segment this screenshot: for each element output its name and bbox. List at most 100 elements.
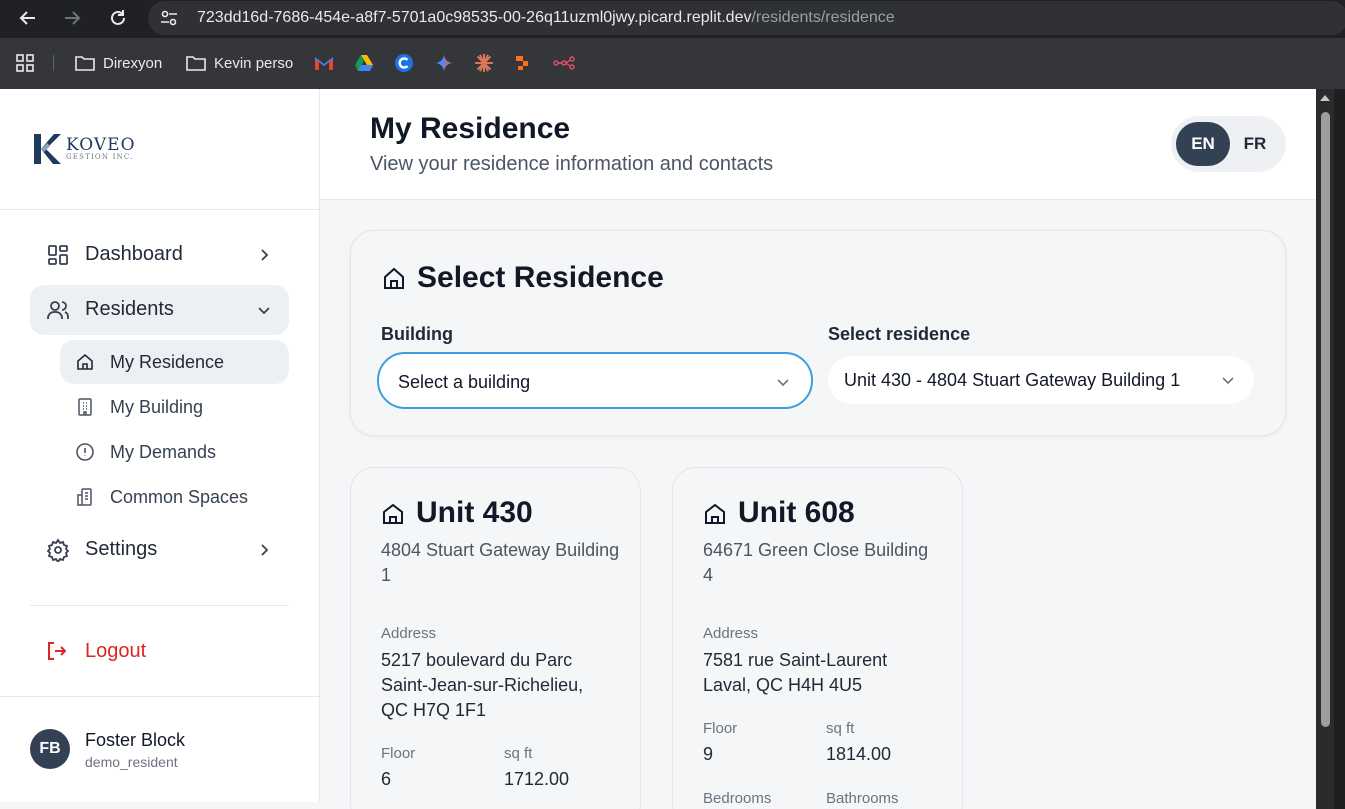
logo-tagline: GESTION INC. xyxy=(66,153,134,161)
address-label: Address xyxy=(703,625,759,642)
nav-item-dashboard[interactable]: Dashboard xyxy=(30,230,289,280)
card-title-text: Select Residence xyxy=(417,261,664,294)
building-select[interactable]: Select a building xyxy=(377,352,813,409)
back-icon[interactable] xyxy=(18,8,38,28)
chevron-down-icon xyxy=(777,379,789,387)
language-en-button[interactable]: EN xyxy=(1176,122,1230,166)
sqft-label: sq ft xyxy=(826,720,855,737)
chevron-right-icon xyxy=(261,249,269,261)
sub-item-common-spaces[interactable]: Common Spaces xyxy=(60,475,289,519)
gemini-icon[interactable] xyxy=(434,52,462,74)
bookmark-folder-kevin-perso[interactable]: Kevin perso xyxy=(186,52,293,74)
sub-item-my-demands[interactable]: My Demands xyxy=(60,430,289,474)
folder-icon xyxy=(186,56,206,71)
sqft-value: 1814.00 xyxy=(826,744,892,764)
sub-item-label: My Residence xyxy=(110,352,225,372)
home-icon xyxy=(384,267,404,289)
bookmark-label: Kevin perso xyxy=(214,54,294,72)
nav-label: Dashboard xyxy=(85,243,183,265)
logo-wordmark: KOVEO GESTION INC. xyxy=(66,135,136,162)
address-line: 7581 rue Saint-Laurent xyxy=(703,650,888,670)
unit-title-text: Unit 608 xyxy=(738,496,855,529)
floor-label: Floor xyxy=(381,745,416,762)
sidebar-divider xyxy=(0,209,320,210)
nav-item-settings[interactable]: Settings xyxy=(30,525,289,575)
address-line: QC H7Q 1F1 xyxy=(381,700,487,720)
n8n-icon[interactable] xyxy=(553,52,583,74)
unit-card: Unit 608 64671 Green Close Building 4 Ad… xyxy=(672,467,963,809)
alert-circle-icon xyxy=(76,443,94,461)
sub-item-label: My Building xyxy=(110,397,204,417)
sub-item-label: Common Spaces xyxy=(110,487,249,507)
residence-select[interactable]: Unit 430 - 4804 Stuart Gateway Building … xyxy=(828,356,1254,404)
sub-item-my-residence[interactable]: My Residence xyxy=(60,340,289,384)
building-select-value: Select a building xyxy=(398,372,531,392)
devtools-edge xyxy=(1334,89,1345,809)
google-drive-icon[interactable] xyxy=(354,52,382,74)
gmail-icon[interactable] xyxy=(314,52,342,74)
scrollbar-thumb[interactable] xyxy=(1321,112,1330,727)
address-line: Laval, QC H4H 4U5 xyxy=(703,675,863,695)
c-app-icon[interactable] xyxy=(394,52,422,74)
url-text: 723dd16d-7686-454e-a8f7-5701a0c98535-00-… xyxy=(197,9,895,26)
forward-icon[interactable] xyxy=(62,8,82,28)
reload-icon[interactable] xyxy=(108,8,128,28)
language-switcher: EN FR xyxy=(1171,116,1286,172)
zapier-icon[interactable] xyxy=(514,52,540,74)
language-fr-button[interactable]: FR xyxy=(1228,122,1282,166)
floor-value: 6 xyxy=(381,769,392,789)
claude-icon[interactable] xyxy=(474,52,502,74)
floor-value: 9 xyxy=(703,744,714,764)
select-residence-card: Select Residence Building Select a build… xyxy=(350,230,1286,436)
avatar-initials: FB xyxy=(39,740,61,757)
home-icon xyxy=(77,353,93,370)
logo-name: KOVEO xyxy=(66,135,136,155)
site-settings-icon[interactable] xyxy=(160,10,178,26)
unit-title-text: Unit 430 xyxy=(416,496,533,529)
folder-icon xyxy=(75,56,95,71)
address-line: Saint-Jean-sur-Richelieu, xyxy=(381,675,584,695)
sub-item-label: My Demands xyxy=(110,442,217,462)
apps-grid-icon[interactable] xyxy=(16,52,42,74)
floor-label: Floor xyxy=(703,720,738,737)
nav-label: Settings xyxy=(85,538,158,560)
nav-item-residents[interactable]: Residents xyxy=(30,285,289,335)
chevron-down-icon xyxy=(1222,377,1234,385)
sidebar-divider xyxy=(0,696,320,697)
bookmark-folder-direxyon[interactable]: Direxyon xyxy=(75,52,162,74)
common-spaces-icon xyxy=(77,488,92,506)
bedrooms-label: Bedrooms xyxy=(703,790,772,807)
users-icon xyxy=(47,301,69,319)
logout-icon xyxy=(48,642,67,660)
sqft-value: 1712.00 xyxy=(504,769,570,789)
page-subtitle: View your residence information and cont… xyxy=(370,153,774,175)
bathrooms-label: Bathrooms xyxy=(826,790,899,807)
app-page: KOVEO GESTION INC. Dashboard Residents M… xyxy=(0,89,1316,809)
home-icon xyxy=(705,503,725,524)
user-name: Foster Block xyxy=(85,730,186,750)
unit-card: Unit 430 4804 Stuart Gateway Building 1 … xyxy=(350,467,641,809)
page-header: My Residence View your residence informa… xyxy=(320,89,1316,200)
address-label: Address xyxy=(381,625,437,642)
bookmarks-divider xyxy=(53,55,54,71)
koveo-logo-mark xyxy=(34,134,61,164)
residence-field-label: Select residence xyxy=(828,324,971,344)
address-bar[interactable]: 723dd16d-7686-454e-a8f7-5701a0c98535-00-… xyxy=(148,1,1345,35)
user-role: demo_resident xyxy=(85,754,178,770)
sub-item-my-building[interactable]: My Building xyxy=(60,385,289,429)
unit-building: 4804 Stuart Gateway Building 1 xyxy=(381,540,620,585)
logout-label: Logout xyxy=(85,640,147,662)
address-line: 5217 boulevard du Parc xyxy=(381,650,573,670)
unit-address: 7581 rue Saint-Laurent Laval, QC H4H 4U5 xyxy=(703,648,887,698)
nav-label: Residents xyxy=(85,298,174,320)
bookmark-label: Direxyon xyxy=(103,54,163,72)
page-scrollbar[interactable] xyxy=(1316,89,1334,809)
chevron-right-icon xyxy=(261,544,269,556)
sidebar: KOVEO GESTION INC. Dashboard Residents M… xyxy=(0,89,320,802)
building-field-label: Building xyxy=(381,324,453,344)
avatar[interactable]: FB xyxy=(30,729,70,769)
scroll-up-arrow-icon[interactable] xyxy=(1320,95,1330,101)
koveo-logo[interactable]: KOVEO GESTION INC. xyxy=(32,131,136,167)
residence-select-value: Unit 430 - 4804 Stuart Gateway Building … xyxy=(844,370,1181,390)
sidebar-divider xyxy=(30,605,289,606)
